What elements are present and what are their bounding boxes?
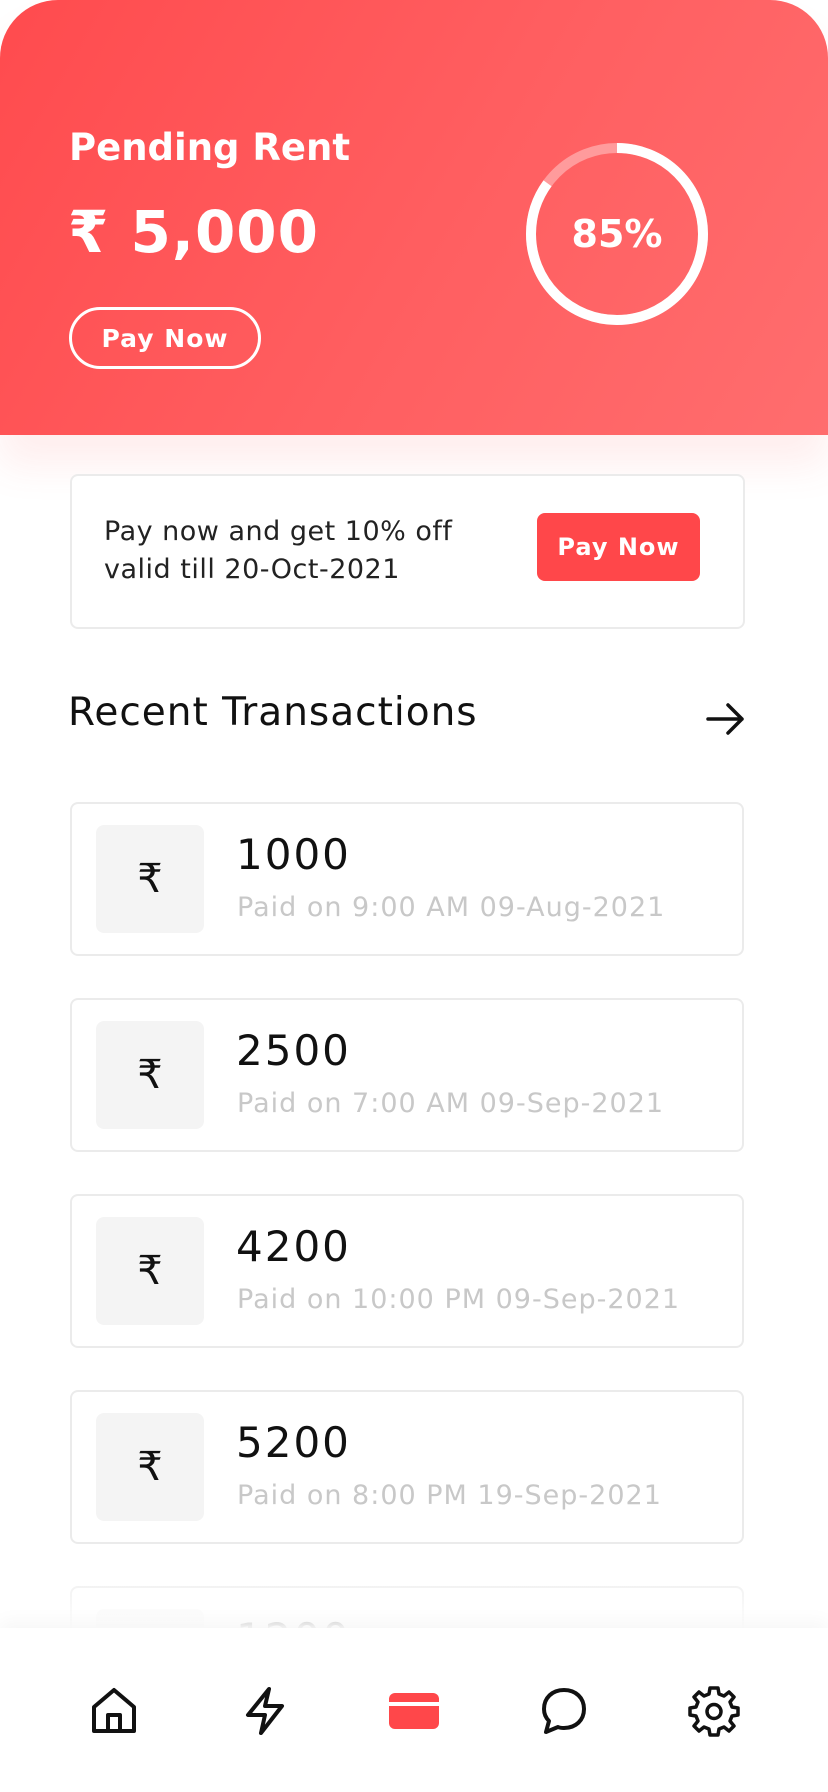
transaction-card[interactable]: ₹ 2500 Paid on 7:00 AM 09-Sep-2021 — [70, 998, 744, 1152]
transaction-date: Paid on 9:00 AM 09-Aug-2021 — [237, 892, 666, 923]
recent-transactions-title: Recent Transactions — [68, 690, 478, 735]
card-icon[interactable] — [387, 1684, 441, 1738]
transaction-amount: 4200 — [236, 1222, 351, 1271]
rupee-icon: ₹ — [96, 1021, 204, 1129]
rupee-icon: ₹ — [96, 825, 204, 933]
arrow-right-icon[interactable] — [704, 697, 748, 741]
chat-icon[interactable] — [537, 1684, 591, 1738]
transaction-amount: 1000 — [236, 830, 351, 879]
transaction-card[interactable]: ₹ 4200 Paid on 10:00 PM 09-Sep-2021 — [70, 1194, 744, 1348]
lightning-icon[interactable] — [238, 1684, 292, 1738]
bottom-nav — [0, 1628, 828, 1792]
rupee-icon: ₹ — [96, 1413, 204, 1521]
offer-pay-now-button[interactable]: Pay Now — [537, 513, 700, 581]
transaction-card[interactable]: ₹ 5200 Paid on 8:00 PM 19-Sep-2021 — [70, 1390, 744, 1544]
transaction-date: Paid on 10:00 PM 09-Sep-2021 — [237, 1284, 681, 1315]
transaction-card[interactable]: ₹ 1000 Paid on 9:00 AM 09-Aug-2021 — [70, 802, 744, 956]
offer-text: Pay now and get 10% off — [104, 516, 453, 547]
transaction-date: Paid on 8:00 PM 19-Sep-2021 — [237, 1480, 662, 1511]
transaction-date: Paid on 7:00 AM 09-Sep-2021 — [237, 1088, 665, 1119]
home-icon[interactable] — [87, 1684, 141, 1738]
transaction-amount: 5200 — [236, 1418, 351, 1467]
pending-rent-header: Pending Rent ₹ 5,000 Pay Now 85% — [0, 0, 828, 435]
offer-card: Pay now and get 10% off valid till 20-Oc… — [70, 474, 745, 629]
pending-rent-amount: ₹ 5,000 — [68, 198, 320, 266]
offer-validity-text: valid till 20-Oct-2021 — [104, 554, 400, 585]
scroll-fade — [0, 1560, 828, 1630]
rupee-icon: ₹ — [96, 1217, 204, 1325]
settings-icon[interactable] — [687, 1684, 741, 1738]
progress-percent-label: 85% — [571, 212, 663, 256]
header-pay-now-button[interactable]: Pay Now — [69, 307, 261, 369]
pending-rent-title: Pending Rent — [69, 126, 351, 169]
transaction-amount: 2500 — [236, 1026, 351, 1075]
